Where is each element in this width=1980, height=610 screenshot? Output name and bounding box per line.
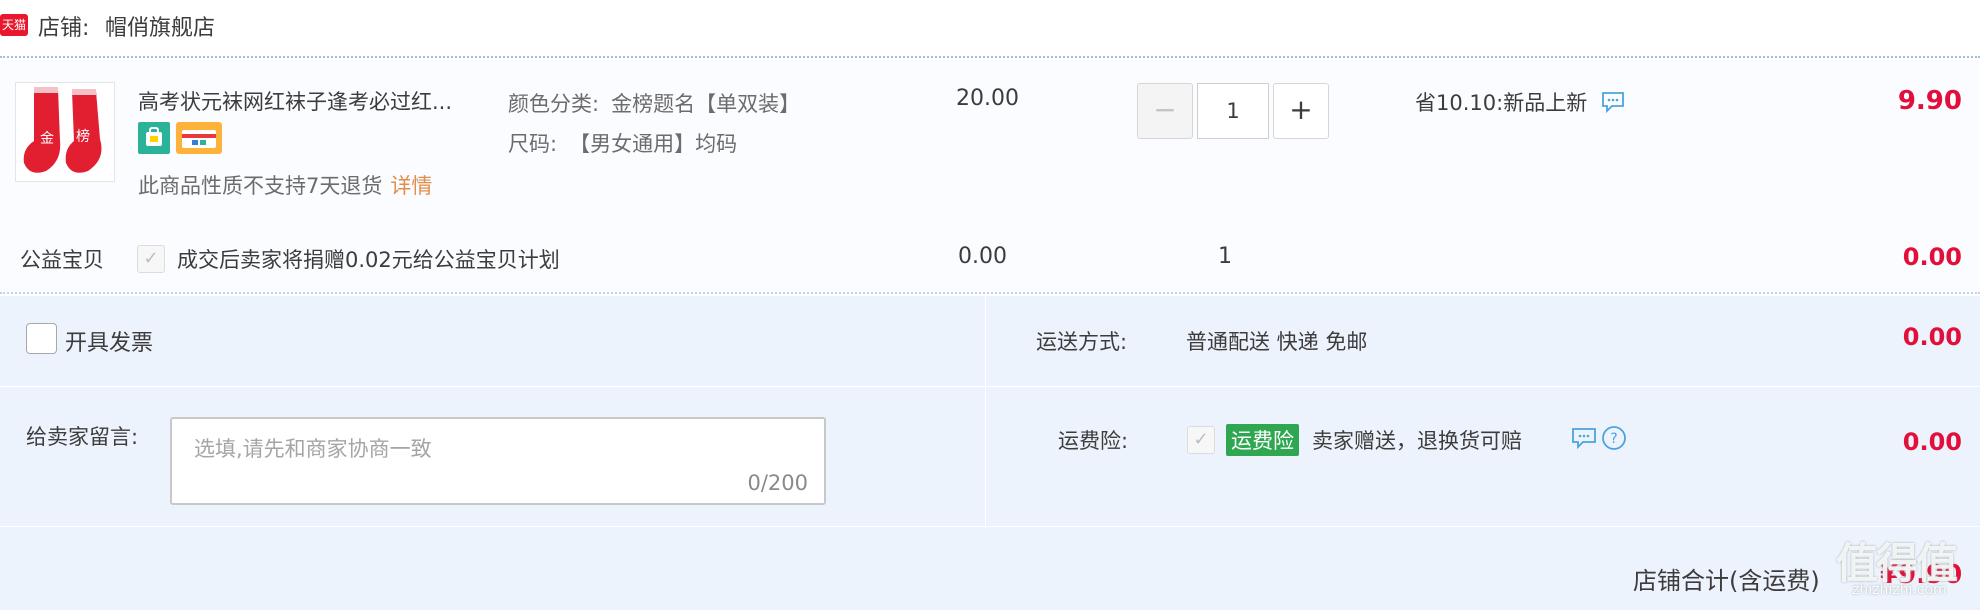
svg-text:榜: 榜 [76,128,90,145]
return-detail-link[interactable]: 详情 [390,174,432,198]
no-return-notice: 此商品性质不支持7天退货 详情 [138,170,432,200]
shipping-insurance-total: 0.00 [1902,428,1962,456]
divider [0,526,1980,527]
chat-bubble-icon[interactable] [1570,425,1598,455]
sku-size[interactable]: 尺码: 【男女通用】均码 [508,128,737,158]
message-label: 给卖家留言: [26,425,139,449]
sku-value: 【男女通用】均码 [569,132,738,156]
watermark-url: zhizhizhi.com [1852,582,1947,598]
shipping-insurance-checkbox[interactable]: ✓ [1187,426,1215,454]
svg-text:?: ? [1610,431,1617,447]
decrease-quantity-button[interactable]: − [1137,83,1193,139]
message-char-counter: 0/200 [747,471,808,495]
sku-label: 颜色分类: [508,92,600,116]
shipping-insurance-label: 运费险: [1058,429,1129,453]
svg-text:金: 金 [40,131,54,147]
shipping-total: 0.00 [1902,323,1962,351]
unit-price: 20.00 [956,86,1019,111]
charity-text: 成交后卖家将捐赠0.02元给公益宝贝计划 [177,248,560,272]
credit-card-icon [176,122,222,154]
sku-color[interactable]: 颜色分类: 金榜题名【单双装】 [508,88,800,118]
charity-checkbox[interactable]: ✓ [137,245,165,273]
promotion-text: 省10.10:新品上新 [1415,91,1588,115]
no-return-text: 此商品性质不支持7天退货 [138,174,383,198]
shop-label: 店铺: [38,16,90,41]
item-subtotal: 9.90 [1897,86,1962,116]
question-circle-icon[interactable]: ? [1601,425,1627,455]
divider [0,386,1980,387]
service-icons [138,122,222,154]
charity-qty: 1 [1218,244,1232,269]
insurance-help-icons: ? [1570,425,1627,455]
shop-total-label: 店铺合计(含运费) [1633,567,1820,595]
product-title-link[interactable]: 高考状元袜网红袜子逢考必过红... [138,86,498,116]
shipping-label: 运送方式: [1036,330,1128,354]
tmall-badge-icon: 天猫 [0,14,28,36]
shipping-method: 普通配送 快递 免邮 [1186,330,1368,354]
charity-total: 0.00 [1902,243,1962,271]
product-thumbnail[interactable]: 金 榜 [15,82,115,182]
guarantee-icon [138,122,170,154]
charity-label: 公益宝贝 [20,248,104,272]
seller-message-input[interactable]: 选填,请先和商家协商一致 0/200 [170,417,826,505]
invoice-label[interactable]: 开具发票 [65,325,153,357]
charity-price: 0.00 [958,244,1007,269]
divider [985,296,986,528]
quantity-stepper: − 1 + [1137,83,1329,139]
sku-label: 尺码: [508,132,558,156]
message-placeholder: 选填,请先和商家协商一致 [194,437,432,461]
chat-bubble-icon[interactable] [1600,90,1626,119]
shipping-insurance-desc: 卖家赠送，退换货可赔 [1312,429,1522,453]
check-icon: ✓ [1193,429,1209,450]
promotion-info: 省10.10:新品上新 [1415,87,1626,119]
check-icon: ✓ [143,248,159,269]
invoice-checkbox[interactable] [26,323,57,354]
shipping-insurance-tag: 运费险 [1226,424,1299,456]
increase-quantity-button[interactable]: + [1273,83,1329,139]
sku-value: 金榜题名【单双装】 [611,92,801,116]
quantity-input[interactable]: 1 [1197,83,1269,139]
shop-header [0,0,1980,58]
shop-name-link[interactable]: 帽俏旗舰店 [105,10,215,42]
